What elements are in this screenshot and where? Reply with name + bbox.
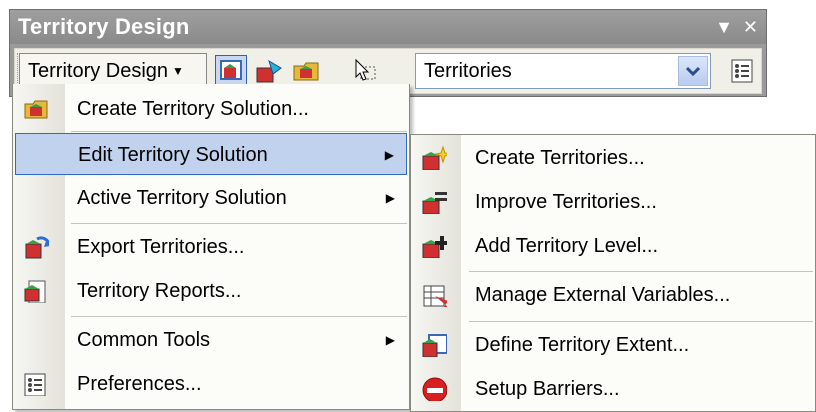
menu-item-label: Improve Territories... (475, 191, 657, 213)
menu-item-label: Preferences... (77, 373, 202, 395)
barrier-icon (422, 377, 447, 401)
submenu-arrow-icon: ▶ (385, 191, 395, 205)
menu-item-common-tools[interactable]: Common Tools ▶ (15, 319, 407, 361)
territory-folder-button[interactable] (291, 55, 323, 87)
options-list-button[interactable] (725, 53, 759, 89)
export-map-icon (25, 236, 49, 259)
menu-separator (71, 131, 407, 132)
territory-layer-value: Territories (424, 60, 512, 82)
menu-item-active-territory-solution[interactable]: Active Territory Solution ▶ (15, 177, 407, 219)
menu-item-label: Active Territory Solution (77, 187, 287, 209)
add-level-icon (422, 236, 447, 258)
select-pointer-icon (355, 58, 376, 81)
edit-territory-solution-submenu: Create Territories... Improve Territorie… (410, 134, 816, 412)
menu-item-preferences[interactable]: Preferences... (15, 363, 407, 405)
territory-design-menu-label: Territory Design (28, 60, 169, 82)
territory-draw-button[interactable] (253, 55, 285, 87)
menu-item-setup-barriers[interactable]: Setup Barriers... (413, 368, 813, 410)
options-list-icon (731, 59, 753, 83)
menu-item-edit-territory-solution[interactable]: Edit Territory Solution ▶ (15, 133, 407, 175)
chevron-down-icon: ▼ (172, 64, 184, 78)
menu-item-territory-reports[interactable]: Territory Reports... (15, 270, 407, 312)
territory-view-icon (220, 60, 242, 80)
report-map-icon (24, 280, 46, 303)
open-folder-map-icon (24, 100, 48, 119)
territory-layer-combo[interactable]: Territories (415, 53, 711, 89)
external-variables-icon (423, 285, 447, 307)
menu-item-label: Manage External Variables... (475, 284, 731, 306)
chevron-down-icon (686, 66, 700, 76)
submenu-arrow-icon: ▶ (385, 333, 395, 347)
menu-item-improve-territories[interactable]: Improve Territories... (413, 181, 813, 223)
menu-separator (469, 271, 813, 272)
territory-view-button[interactable] (215, 55, 247, 87)
territory-draw-icon (256, 59, 282, 83)
menu-separator (469, 321, 813, 322)
menu-item-label: Create Territory Solution... (77, 98, 309, 120)
territory-design-menu: Create Territory Solution... Edit Territ… (12, 84, 410, 410)
menu-item-label: Create Territories... (475, 147, 645, 169)
define-extent-icon (422, 334, 447, 357)
window-title: Territory Design (18, 14, 190, 39)
menu-item-add-territory-level[interactable]: Add Territory Level... (413, 225, 813, 267)
menu-item-manage-external-variables[interactable]: Manage External Variables... (413, 274, 813, 316)
territory-folder-icon (293, 62, 319, 81)
select-pointer-button[interactable] (349, 55, 381, 87)
menu-item-create-territories[interactable]: Create Territories... (413, 137, 813, 179)
menu-item-label: Common Tools (77, 329, 211, 351)
menu-item-label: Define Territory Extent... (475, 334, 690, 356)
menu-separator (71, 223, 407, 224)
menu-item-create-territory-solution[interactable]: Create Territory Solution... (15, 88, 407, 130)
menu-item-export-territories[interactable]: Export Territories... (15, 226, 407, 268)
submenu-arrow-icon: ▶ (384, 148, 394, 162)
menu-item-label: Setup Barriers... (475, 378, 620, 400)
menu-item-label: Export Territories... (77, 236, 245, 258)
menu-item-define-territory-extent[interactable]: Define Territory Extent... (413, 324, 813, 366)
toolbar-options-dropdown-icon[interactable]: ▼ (715, 10, 733, 44)
close-icon[interactable]: ✕ (743, 10, 758, 44)
create-territories-icon (422, 146, 447, 170)
combo-dropdown-button[interactable] (678, 56, 708, 86)
title-bar[interactable]: Territory Design ▼ ✕ (10, 10, 766, 44)
menu-separator (71, 316, 407, 317)
improve-territories-icon (422, 192, 447, 214)
menu-item-label: Edit Territory Solution (78, 144, 268, 166)
menu-item-label: Add Territory Level... (475, 235, 659, 257)
menu-item-label: Territory Reports... (77, 280, 242, 302)
preferences-list-icon (24, 373, 46, 396)
